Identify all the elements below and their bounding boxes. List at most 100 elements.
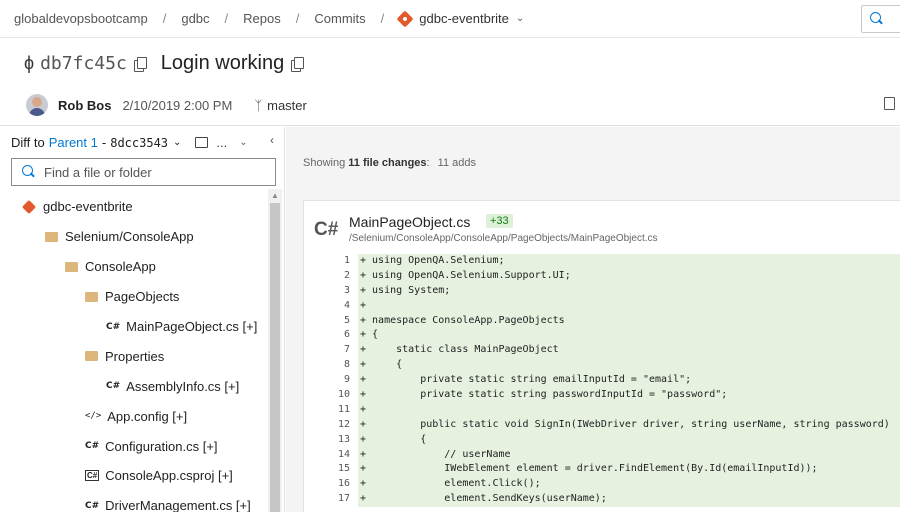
tree-item-label: MainPageObject.cs [+]	[126, 319, 258, 334]
breadcrumb-project[interactable]: gdbc	[181, 11, 209, 26]
more-options-icon[interactable]: ...	[216, 135, 227, 150]
diff-dash: -	[101, 135, 107, 150]
file-tree-panel: Diff to Parent 1 - 8dcc3543 ⌄ ... ⌄ ‹ gd…	[0, 127, 285, 512]
tree-item[interactable]: Properties	[0, 341, 268, 371]
code-text: +	[358, 298, 900, 314]
code-text: +	[358, 402, 900, 418]
line-number: 10	[304, 388, 358, 403]
diff-content: Showing 11 file changes: 11 adds C# Main…	[286, 127, 900, 512]
breadcrumb-commits[interactable]: Commits	[314, 11, 365, 26]
line-number: 3	[304, 283, 358, 299]
folder-icon	[85, 291, 98, 302]
code-line: 1 + using OpenQA.Selenium;	[304, 254, 900, 269]
code-line: 2 + using OpenQA.Selenium.Support.UI;	[304, 268, 900, 284]
copy-title-icon[interactable]	[290, 56, 305, 72]
line-number: 12	[304, 417, 358, 433]
tree-item-label: ConsoleApp.csproj [+]	[105, 468, 233, 484]
line-number: 1	[304, 254, 358, 269]
repo-name: gdbc-eventbrite	[419, 11, 509, 26]
breadcrumb-org[interactable]: globaldevopsbootcamp	[14, 11, 148, 26]
code-text: + public static void SignIn(IWebDriver d…	[358, 417, 900, 433]
tree-item-label: DriverManagement.cs [+]	[105, 498, 251, 512]
author-row: Rob Bos 2/10/2019 2:00 PM ᛉ master	[26, 94, 307, 116]
code-text: + using OpenQA.Selenium.Support.UI;	[358, 268, 900, 284]
tree-item[interactable]: C# Configuration.cs [+]	[0, 431, 268, 461]
search-button[interactable]	[861, 5, 900, 33]
chevron-down-icon: ⌄	[515, 13, 525, 24]
diff-parent-hash: 8dcc3543	[110, 135, 169, 150]
tree-item[interactable]: gdbc-eventbrite	[0, 192, 268, 222]
search-icon	[870, 12, 884, 26]
line-number: 4	[304, 298, 358, 314]
code-text: + private static string passwordInputId …	[358, 388, 900, 403]
diff-parent-link[interactable]: Parent 1	[49, 135, 98, 150]
diff-prefix: Diff to	[11, 135, 45, 150]
diff-selector-row: Diff to Parent 1 - 8dcc3543 ⌄ ... ⌄	[11, 135, 248, 150]
collapse-panel-icon[interactable]: ‹	[270, 133, 274, 147]
code-text: + {	[358, 358, 900, 374]
breadcrumb-repos[interactable]: Repos	[243, 11, 281, 26]
code-line: 12 + public static void SignIn(IWebDriver…	[304, 417, 900, 433]
line-number: 17	[304, 492, 358, 508]
tree-item-label: Configuration.cs [+]	[105, 438, 218, 454]
tree-item-label: gdbc-eventbrite	[43, 199, 133, 215]
folder-icon	[85, 351, 98, 362]
line-number: 8	[304, 358, 358, 374]
line-number: 9	[304, 373, 358, 389]
branch-name[interactable]: master	[267, 98, 307, 113]
breadcrumb-separator: /	[224, 11, 229, 26]
tree-item[interactable]: C# DriverManagement.cs [+]	[0, 491, 268, 512]
line-number: 13	[304, 432, 358, 448]
chevron-down-icon[interactable]: ⌄	[239, 137, 247, 148]
chevron-down-icon[interactable]: ⌄	[173, 137, 181, 148]
code-text: + using OpenQA.Selenium;	[358, 254, 900, 269]
code-line: 3 + using System;	[304, 283, 900, 299]
tree-item[interactable]: C# MainPageObject.cs [+]	[0, 312, 268, 342]
xml-file-icon: </>	[85, 411, 102, 422]
code-text: + using System;	[358, 283, 900, 299]
commit-title-row: ϕ db7fc45c Login working	[24, 52, 305, 75]
code-text: + {	[358, 432, 900, 448]
repo-selector[interactable]: gdbc-eventbrite ⌄	[396, 10, 525, 27]
code-text: + IWebElement element = driver.FindEleme…	[358, 462, 900, 478]
code-line: 13 + {	[304, 432, 900, 448]
code-line: 8 + {	[304, 358, 900, 374]
breadcrumb-separator: /	[295, 11, 300, 26]
commit-date: 2/10/2019 2:00 PM	[122, 97, 233, 113]
csharp-file-icon: C#	[85, 441, 100, 452]
document-icon[interactable]	[884, 97, 895, 110]
code-line: 9 + private static string emailInputId = …	[304, 373, 900, 389]
file-name[interactable]: MainPageObject.cs	[349, 214, 470, 230]
author-name[interactable]: Rob Bos	[58, 98, 111, 113]
scroll-up-icon[interactable]: ▲	[271, 191, 279, 200]
tree-item[interactable]: </> App.config [+]	[0, 401, 268, 431]
csharp-file-icon: C#	[314, 219, 339, 240]
code-text: + static class MainPageObject	[358, 343, 900, 359]
tree-item[interactable]: C# ConsoleApp.csproj [+]	[0, 461, 268, 491]
scrollbar-thumb[interactable]	[270, 203, 280, 512]
comment-icon[interactable]	[195, 137, 209, 148]
tree-item[interactable]: C# AssemblyInfo.cs [+]	[0, 371, 268, 401]
project-file-icon: C#	[85, 470, 100, 482]
breadcrumb-separator: /	[380, 11, 385, 26]
file-filter[interactable]	[11, 158, 276, 186]
additions-badge: +33	[486, 214, 513, 228]
code-text: + private static string emailInputId = "…	[358, 373, 900, 389]
csharp-file-icon: C#	[106, 321, 121, 332]
code-view: 1 + using OpenQA.Selenium; 2 + using OpenQA…	[304, 254, 900, 508]
summary-prefix: Showing	[303, 157, 346, 169]
tree-item[interactable]: ConsoleApp	[0, 252, 268, 282]
tree-item-label: Selenium/ConsoleApp	[65, 229, 194, 245]
tree-item[interactable]: Selenium/ConsoleApp	[0, 222, 268, 252]
line-number: 6	[304, 328, 358, 344]
tree-item[interactable]: PageObjects	[0, 282, 268, 312]
tree-item-label: AssemblyInfo.cs [+]	[126, 378, 240, 394]
copy-hash-icon[interactable]	[133, 56, 147, 72]
code-text: + element.Click();	[358, 477, 900, 493]
branch-icon: ᛉ	[254, 97, 263, 113]
tree-item-label: Properties	[105, 348, 165, 364]
line-number: 7	[304, 343, 358, 359]
line-number: 5	[304, 313, 358, 329]
file-filter-input[interactable]	[44, 164, 264, 180]
code-line: 17 + element.SendKeys(userName);	[304, 492, 900, 508]
